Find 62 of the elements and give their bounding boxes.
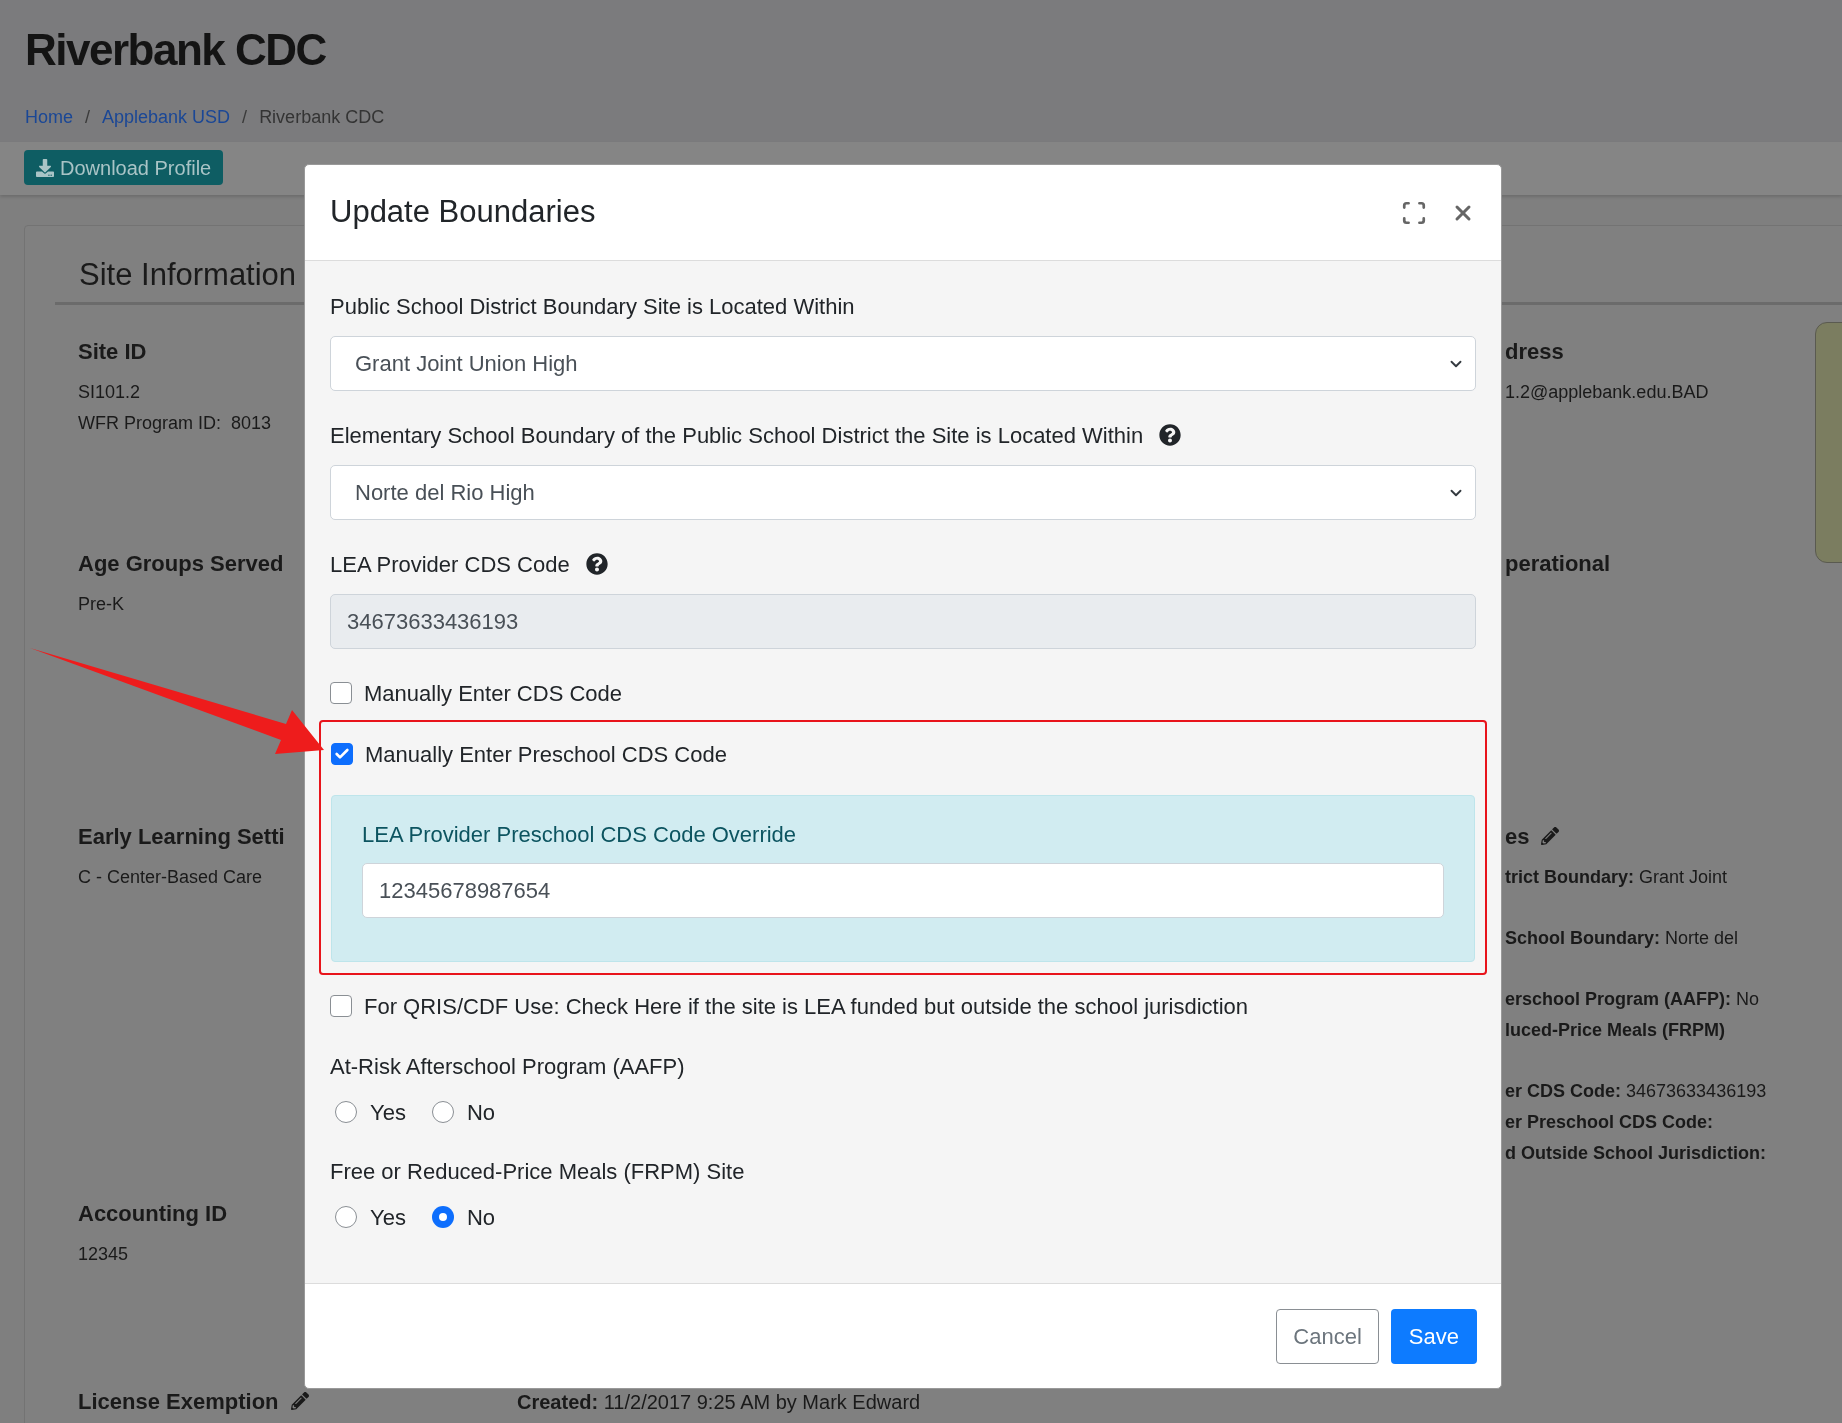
dropdown-field[interactable]: Grant Joint Union High	[330, 336, 1476, 391]
save-button[interactable]: Save	[1390, 1308, 1477, 1364]
radio-label: No	[466, 1098, 495, 1127]
pencil-icon[interactable]	[1541, 827, 1560, 845]
cancel-button[interactable]: Cancel	[1276, 1308, 1379, 1364]
checkbox[interactable]	[331, 743, 353, 765]
field-value: 12345	[78, 1243, 129, 1266]
field-value: School Boundary: Norte del	[1505, 927, 1739, 950]
breadcrumb-separator: /	[242, 106, 248, 129]
radio-button[interactable]	[431, 1101, 454, 1123]
created-info: Created: 11/2/2017 9:25 AM by Mark Edward	[517, 1390, 922, 1415]
field-value: SI101.2	[78, 381, 141, 404]
radio-button[interactable]	[335, 1206, 357, 1228]
field-label: At-Risk Afterschool Program (AAFP)	[330, 1053, 686, 1080]
modal-title: Update Boundaries	[330, 193, 596, 232]
radio-label: Yes	[370, 1203, 406, 1232]
field-value: WFR Program ID: 8013	[78, 412, 272, 435]
checkbox-label: Manually Enter Preschool CDS Code	[365, 740, 727, 769]
breadcrumb-separator: /	[85, 106, 91, 129]
field-heading: Site ID	[78, 337, 147, 366]
card-title: Site Information	[78, 256, 298, 292]
field-value: 1.2@applebank.edu.BAD	[1505, 381, 1709, 404]
radio-label: Yes	[370, 1098, 406, 1127]
field-heading: License Exemption	[78, 1387, 279, 1416]
help-icon[interactable]	[1159, 424, 1182, 446]
field-value: trict Boundary: Grant Joint	[1505, 866, 1728, 889]
input-field[interactable]: 34673633436193	[330, 594, 1476, 649]
field-heading: Age Groups Served	[78, 549, 284, 578]
field-heading: Accounting ID	[78, 1199, 228, 1228]
input-field[interactable]: 12345678987654	[362, 863, 1444, 918]
field-value: luced-Price Meals (FRPM)	[1505, 1019, 1726, 1042]
help-icon[interactable]	[585, 553, 608, 575]
field-heading: Early Learning Setti	[78, 822, 285, 851]
field-label: LEA Provider CDS Code	[330, 550, 570, 579]
field-label: LEA Provider Preschool CDS Code Override	[362, 821, 798, 848]
fullscreen-icon[interactable]	[1401, 199, 1427, 226]
field-heading: es	[1505, 822, 1530, 851]
radio-label: No	[466, 1203, 495, 1232]
checkbox[interactable]	[330, 995, 352, 1017]
download-icon	[36, 158, 54, 177]
field-label: Elementary School Boundary of the Public School District the Site is Located Within	[330, 421, 1144, 450]
radio-button[interactable]	[335, 1101, 357, 1123]
field-label: Public School District Boundary Site is Located Within	[330, 292, 855, 321]
radio-button[interactable]	[431, 1206, 454, 1228]
checkmark-icon	[334, 746, 350, 762]
breadcrumb-current: Riverbank CDC	[259, 106, 385, 129]
field-value: Pre-K	[78, 593, 124, 616]
page-title: Riverbank CDC	[25, 24, 327, 76]
field-value: erschool Program (AAFP): No	[1505, 988, 1760, 1011]
field-value: er CDS Code: 34673633436193	[1505, 1080, 1767, 1103]
field-heading: dress	[1505, 337, 1564, 366]
checkbox-label: For QRIS/CDF Use: Check Here if the site is LEA funded but outside the school jurisdiction	[364, 992, 1249, 1021]
dropdown-field[interactable]: Norte del Rio High	[330, 465, 1476, 520]
field-label: Free or Reduced-Price Meals (FRPM) Site	[330, 1158, 746, 1185]
field-heading: perational	[1505, 549, 1611, 578]
field-value: er Preschool CDS Code:	[1505, 1111, 1714, 1134]
pencil-icon[interactable]	[290, 1392, 309, 1410]
field-value: d Outside School Jurisdiction:	[1505, 1142, 1767, 1165]
checkbox[interactable]	[330, 682, 352, 704]
field-value: C - Center-Based Care	[78, 866, 263, 889]
download-profile-button[interactable]: Download Profile	[24, 150, 224, 185]
checkbox-label: Manually Enter CDS Code	[364, 679, 622, 708]
